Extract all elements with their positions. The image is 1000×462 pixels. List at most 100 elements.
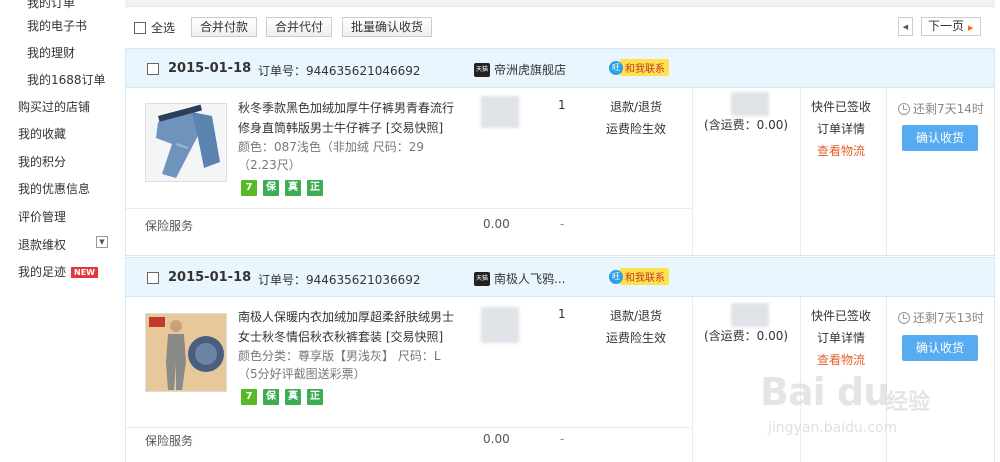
contact-seller-label: 和我联系	[620, 268, 669, 285]
product-sku: 颜色：087浅色（非加绒 尺码：29（2.23尺）	[238, 140, 424, 172]
order-number: 订单号：944635621036692	[258, 273, 421, 287]
refund-actions: 退款/退货 运费险生效	[606, 96, 666, 140]
merge-agent-pay-button[interactable]: 合并代付	[266, 17, 333, 37]
quantity: 1	[558, 98, 566, 112]
prev-page-icon[interactable]: ◀	[898, 17, 913, 36]
blurred-total	[731, 303, 769, 327]
clock-icon	[898, 311, 910, 324]
refund-link[interactable]: 退款/退货	[606, 96, 666, 118]
status-text: 快件已签收	[811, 100, 872, 114]
service-tags: 7 保 真 正	[241, 389, 323, 405]
view-logistics-link[interactable]: 查看物流	[811, 140, 871, 162]
authentic-icon[interactable]: 真	[285, 180, 301, 196]
order-checkbox[interactable]	[147, 272, 159, 284]
order-date: 2015-01-18	[168, 61, 252, 76]
confirm-receipt-button[interactable]: 确认收货	[902, 125, 978, 151]
tmall-icon: 天猫	[474, 271, 490, 286]
sidebar-item-points[interactable]: 我的积分	[18, 153, 66, 170]
next-page-button[interactable]: 下一页 ▶	[921, 17, 981, 36]
product-thumbnail-thermal-underwear[interactable]	[145, 313, 227, 392]
contact-seller-label: 和我联系	[620, 59, 669, 76]
seven-day-return-icon[interactable]: 7	[241, 389, 257, 405]
next-page-label: 下一页	[928, 19, 965, 33]
order-detail-link[interactable]: 订单详情	[811, 118, 871, 140]
order-status: 快件已签收 订单详情 查看物流	[811, 96, 871, 162]
sidebar-item-finance[interactable]: 我的理财	[27, 44, 75, 61]
insurance-effective: 运费险生效	[606, 122, 667, 136]
order-card: 2015-01-18 订单号：944635621046692 天猫 帝洲虎旗舰店…	[125, 48, 995, 256]
insurance-label: 保险服务	[145, 219, 194, 233]
refund-actions: 退款/退货 运费险生效	[606, 305, 666, 349]
select-all-label: 全选	[151, 21, 176, 35]
genuine-icon[interactable]: 正	[307, 389, 323, 405]
confirm-receipt-button[interactable]: 确认收货	[902, 335, 978, 361]
orders-toolbar: 全选 合并付款 合并代付 批量确认收货 ◀ 下一页 ▶	[125, 14, 995, 38]
shop-name: 南极人飞鸦...	[494, 272, 566, 286]
clock-icon	[898, 102, 910, 115]
shipping-fee: (含运费：0.00)	[704, 118, 789, 132]
order-header: 2015-01-18 订单号：944635621036692 天猫 南极人飞鸦.…	[126, 258, 994, 297]
view-logistics-link[interactable]: 查看物流	[811, 349, 871, 371]
service-tags: 7 保 真 正	[241, 180, 323, 196]
wangwang-icon: 旺	[609, 60, 623, 75]
merge-pay-button[interactable]: 合并付款	[191, 17, 258, 37]
order-body: 秋冬季款黑色加绒加厚牛仔裤男青春流行修身直筒韩版男士牛仔裤子 [交易快照] 颜色…	[126, 88, 994, 255]
sidebar-item-my-orders[interactable]: 我的订单	[27, 0, 75, 11]
product-thumbnail-jeans[interactable]	[145, 103, 227, 182]
sidebar-item-coupons[interactable]: 我的优惠信息	[18, 180, 90, 197]
sidebar-item-ebooks[interactable]: 我的电子书	[27, 17, 87, 34]
genuine-icon[interactable]: 正	[307, 180, 323, 196]
sidebar: 我的订单 我的电子书 我的理财 我的1688订单 购买过的店铺 我的收藏 我的积…	[0, 0, 118, 462]
order-checkbox[interactable]	[147, 63, 159, 75]
new-badge: NEW	[71, 267, 98, 278]
remaining-time-text: 还剩7天14时	[913, 102, 984, 116]
expand-arrow-icon[interactable]: ▼	[96, 236, 108, 248]
sidebar-item-favorites[interactable]: 我的收藏	[18, 125, 66, 142]
watermark-url: jingyan.baidu.com	[768, 420, 898, 436]
sidebar-item-refunds[interactable]: 退款维权	[18, 236, 66, 253]
select-all-checkbox[interactable]	[134, 21, 146, 34]
quantity: 1	[558, 307, 566, 321]
status-text: 快件已签收	[811, 309, 872, 323]
authentic-icon[interactable]: 真	[285, 389, 301, 405]
select-all[interactable]: 全选	[134, 19, 175, 36]
insurance-effective: 运费险生效	[606, 331, 667, 345]
remaining-time: 还剩7天14时	[898, 100, 984, 117]
remaining-time-text: 还剩7天13时	[913, 311, 984, 325]
shop-link[interactable]: 天猫 帝洲虎旗舰店	[474, 61, 566, 78]
contact-seller[interactable]: 旺 和我联系	[609, 268, 669, 285]
baidu-jingyan-watermark: Bai du 经验 jingyan.baidu.com	[760, 370, 990, 450]
product-title-link[interactable]: 秋冬季款黑色加绒加厚牛仔裤男青春流行修身直筒韩版男士牛仔裤子 [交易快照]	[238, 98, 456, 138]
shipping-fee: (含运费：0.00)	[704, 329, 789, 343]
taobao-orders-page: 我的订单 我的电子书 我的理财 我的1688订单 购买过的店铺 我的收藏 我的积…	[0, 0, 1000, 462]
seven-day-return-icon[interactable]: 7	[241, 180, 257, 196]
shop-link[interactable]: 天猫 南极人飞鸦...	[474, 270, 565, 287]
order-date: 2015-01-18	[168, 270, 252, 285]
shop-name: 帝洲虎旗舰店	[494, 63, 567, 77]
contact-seller[interactable]: 旺 和我联系	[609, 59, 669, 76]
insurance-price: 0.00	[483, 432, 510, 446]
sidebar-item-footprint-label: 我的足迹	[18, 265, 67, 279]
insurance-qty: -	[560, 217, 565, 231]
insurance-qty: -	[560, 432, 565, 446]
batch-confirm-button[interactable]: 批量确认收货	[342, 17, 433, 37]
sidebar-item-reviews[interactable]: 评价管理	[18, 208, 66, 225]
order-detail-link[interactable]: 订单详情	[811, 327, 871, 349]
order-number: 订单号：944635621046692	[258, 64, 421, 78]
watermark-brand: 经验	[886, 390, 931, 415]
blurred-price	[481, 96, 519, 128]
blurred-total	[731, 92, 769, 116]
product-title-link[interactable]: 南极人保暖内衣加绒加厚超柔舒肤绒男士女士秋冬情侣秋衣秋裤套装 [交易快照]	[238, 307, 456, 347]
refund-link[interactable]: 退款/退货	[606, 305, 666, 327]
insurance-price: 0.00	[483, 217, 510, 231]
order-header: 2015-01-18 订单号：944635621046692 天猫 帝洲虎旗舰店…	[126, 49, 994, 88]
next-arrow-icon: ▶	[968, 24, 974, 32]
sidebar-item-1688-orders[interactable]: 我的1688订单	[27, 71, 106, 88]
watermark-logo: Bai du	[760, 370, 890, 414]
sidebar-item-purchased-shops[interactable]: 购买过的店铺	[18, 98, 90, 115]
guarantee-icon[interactable]: 保	[263, 389, 279, 405]
guarantee-icon[interactable]: 保	[263, 180, 279, 196]
wangwang-icon: 旺	[609, 269, 623, 284]
blurred-price	[481, 307, 519, 343]
sidebar-item-footprint[interactable]: 我的足迹 NEW	[18, 263, 98, 280]
